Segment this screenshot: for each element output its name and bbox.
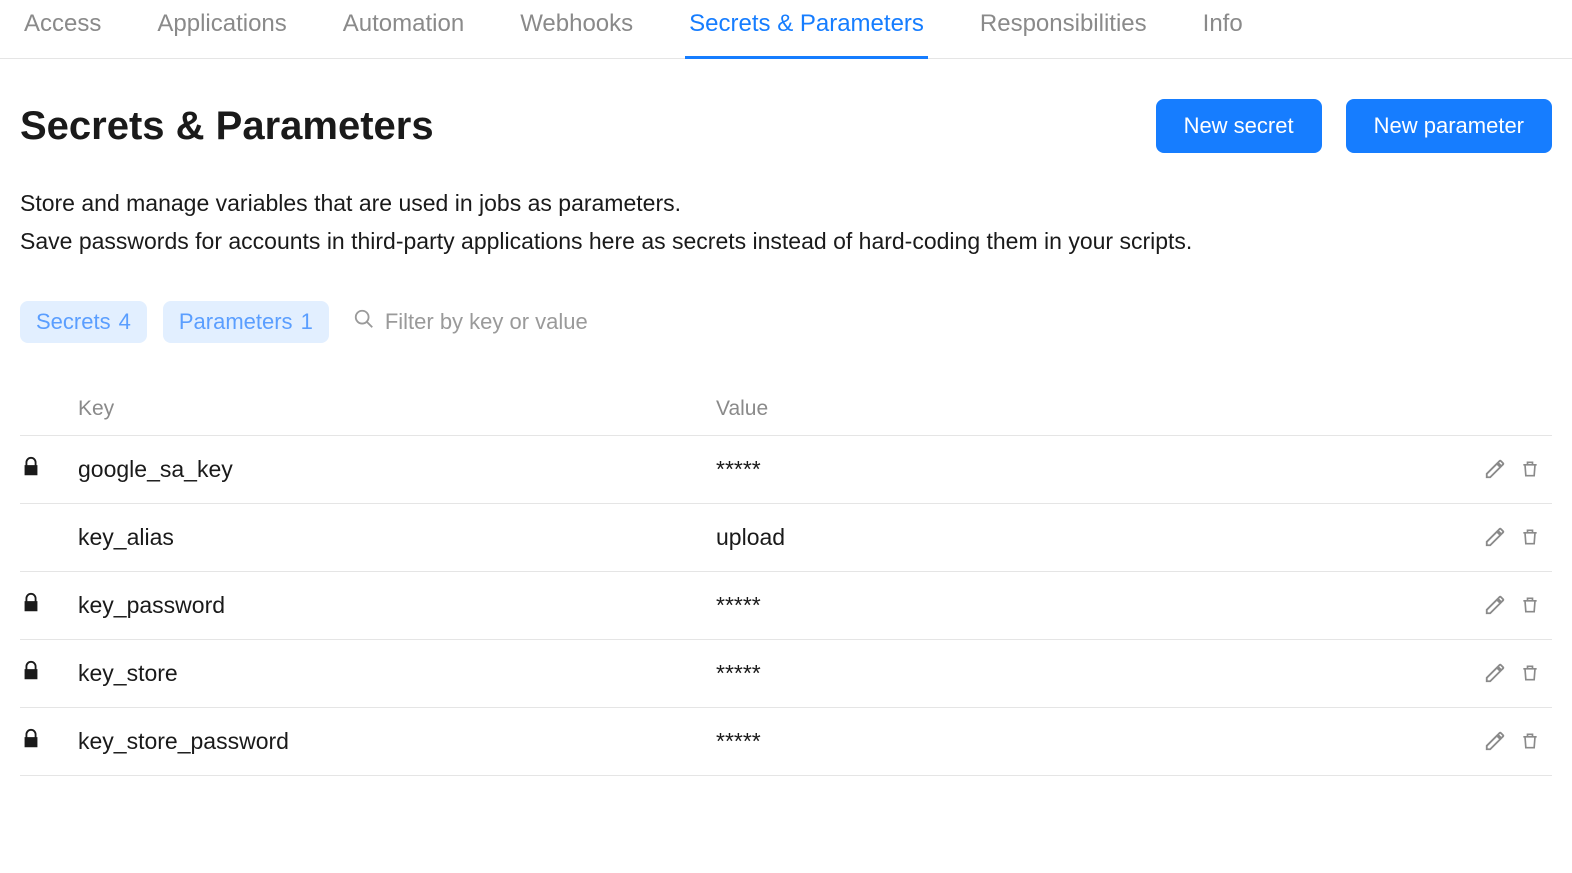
main-tabs: Access Applications Automation Webhooks … bbox=[0, 0, 1572, 59]
chip-label: Parameters bbox=[179, 309, 293, 335]
lock-icon bbox=[20, 456, 42, 478]
tab-responsibilities[interactable]: Responsibilities bbox=[976, 0, 1151, 59]
edit-icon[interactable] bbox=[1484, 526, 1506, 548]
cell-value: ***** bbox=[716, 660, 1452, 687]
description-line: Save passwords for accounts in third-par… bbox=[20, 228, 1192, 254]
cell-value: ***** bbox=[716, 456, 1452, 483]
table-row: key_store ***** bbox=[20, 640, 1552, 708]
new-parameter-button[interactable]: New parameter bbox=[1346, 99, 1552, 153]
table-row: google_sa_key ***** bbox=[20, 436, 1552, 504]
cell-key: key_alias bbox=[78, 524, 716, 551]
page-description: Store and manage variables that are used… bbox=[20, 185, 1552, 261]
tab-automation[interactable]: Automation bbox=[339, 0, 468, 59]
description-line: Store and manage variables that are used… bbox=[20, 190, 681, 216]
table-row: key_alias upload bbox=[20, 504, 1552, 572]
chip-label: Secrets bbox=[36, 309, 111, 335]
tab-applications[interactable]: Applications bbox=[153, 0, 290, 59]
filter-input[interactable] bbox=[385, 309, 665, 335]
chip-parameters[interactable]: Parameters 1 bbox=[163, 301, 329, 343]
chip-secrets[interactable]: Secrets 4 bbox=[20, 301, 147, 343]
lock-icon bbox=[20, 592, 42, 614]
tab-info[interactable]: Info bbox=[1199, 0, 1247, 59]
chip-count: 1 bbox=[301, 309, 313, 335]
edit-icon[interactable] bbox=[1484, 730, 1506, 752]
new-secret-button[interactable]: New secret bbox=[1156, 99, 1322, 153]
cell-key: key_store_password bbox=[78, 728, 716, 755]
table-row: key_store_password ***** bbox=[20, 708, 1552, 776]
column-header-value: Value bbox=[716, 397, 1452, 421]
edit-icon[interactable] bbox=[1484, 594, 1506, 616]
tab-secrets-parameters[interactable]: Secrets & Parameters bbox=[685, 0, 928, 59]
delete-icon[interactable] bbox=[1520, 662, 1540, 684]
edit-icon[interactable] bbox=[1484, 458, 1506, 480]
delete-icon[interactable] bbox=[1520, 594, 1540, 616]
chip-count: 4 bbox=[119, 309, 131, 335]
cell-value: upload bbox=[716, 524, 1452, 551]
tab-access[interactable]: Access bbox=[20, 0, 105, 59]
delete-icon[interactable] bbox=[1520, 526, 1540, 548]
cell-key: key_password bbox=[78, 592, 716, 619]
cell-key: google_sa_key bbox=[78, 456, 716, 483]
cell-value: ***** bbox=[716, 592, 1452, 619]
lock-icon bbox=[20, 660, 42, 682]
edit-icon[interactable] bbox=[1484, 662, 1506, 684]
cell-value: ***** bbox=[716, 728, 1452, 755]
delete-icon[interactable] bbox=[1520, 458, 1540, 480]
cell-key: key_store bbox=[78, 660, 716, 687]
delete-icon[interactable] bbox=[1520, 730, 1540, 752]
table-row: key_password ***** bbox=[20, 572, 1552, 640]
page-title: Secrets & Parameters bbox=[20, 104, 434, 149]
lock-icon bbox=[20, 728, 42, 750]
secrets-table: Key Value google_sa_key ***** key bbox=[20, 387, 1552, 776]
tab-webhooks[interactable]: Webhooks bbox=[516, 0, 637, 59]
column-header-key: Key bbox=[78, 397, 716, 421]
search-icon bbox=[353, 308, 375, 336]
